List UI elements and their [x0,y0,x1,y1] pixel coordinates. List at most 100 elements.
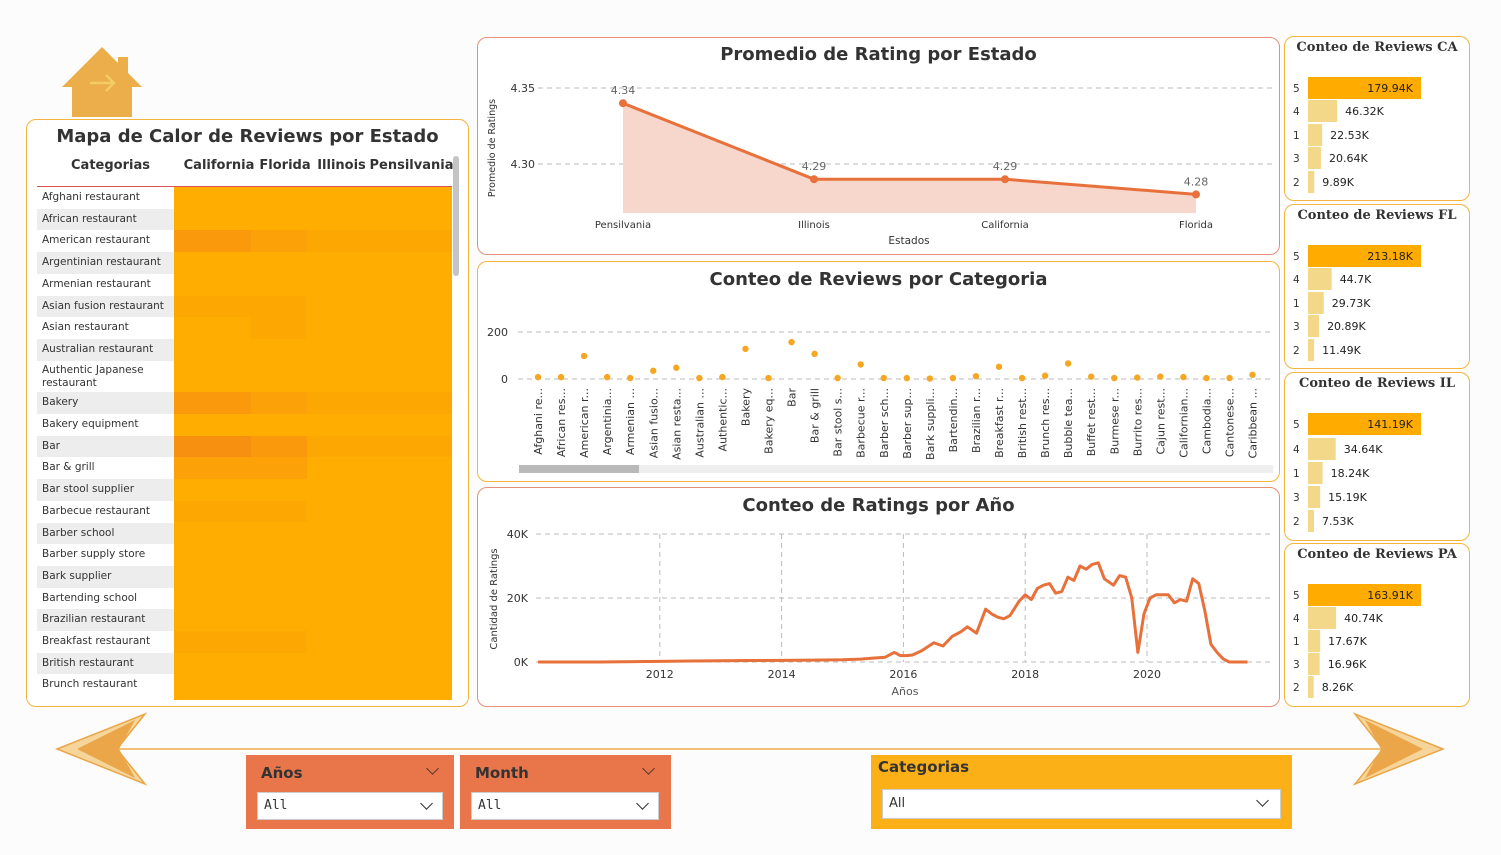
heatmap-col-categorias[interactable]: Categorias [71,158,181,173]
heatmap-cell[interactable] [362,653,452,675]
heatmap-cell[interactable] [251,435,307,458]
heatmap-cell[interactable] [251,457,307,480]
heatmap-cell[interactable] [251,523,307,545]
heatmap-cell[interactable] [174,295,251,318]
heatmap-cell[interactable] [174,674,251,696]
heatmap-row[interactable]: American restaurant [37,230,452,253]
heatmap-row[interactable]: Afghani restaurant [37,187,452,209]
heatmap-cell[interactable] [174,392,251,414]
heatmap-cell[interactable] [251,609,307,631]
heatmap-row[interactable]: Bar & grill [37,457,452,480]
heatmap-cell[interactable] [174,609,251,631]
heatmap-cell[interactable] [251,252,307,274]
heatmap-cell[interactable] [251,653,307,675]
heatmap-cell[interactable] [307,653,362,675]
heatmap-cell[interactable] [307,435,362,458]
heatmap-row[interactable]: Armenian restaurant [37,274,452,296]
chevron-down-icon[interactable] [642,762,655,775]
heatmap-cell[interactable] [362,544,452,566]
heatmap-row[interactable]: Bar stool supplier [37,479,452,501]
heatmap-cell[interactable] [307,414,362,436]
heatmap-cell[interactable] [307,457,362,479]
heatmap-cell[interactable] [362,209,452,231]
heatmap-cell[interactable] [251,392,307,414]
heatmap-cell[interactable] [174,457,251,480]
heatmap-cell[interactable] [251,479,307,501]
heatmap-cell[interactable] [362,566,452,588]
heatmap-cell[interactable] [307,361,362,393]
heatmap-cell[interactable] [251,588,307,610]
heatmap-cell[interactable] [174,274,251,296]
heatmap-cell[interactable] [362,317,452,339]
heatmap-cell[interactable] [251,274,307,296]
heatmap-cell[interactable] [307,230,362,253]
heatmap-cell[interactable] [362,252,452,274]
heatmap-row[interactable]: Barbecue restaurant [37,500,452,523]
heatmap-row[interactable]: African restaurant [37,208,452,231]
heatmap-cell[interactable] [307,187,362,209]
heatmap-row[interactable]: Breakfast restaurant [37,631,452,653]
heatmap-cell[interactable] [251,295,307,318]
heatmap-row[interactable]: Bakery [37,392,452,414]
heatmap-cell[interactable] [307,544,362,566]
heatmap-cell[interactable] [174,252,251,274]
heatmap-cell[interactable] [174,361,251,393]
heatmap-cell[interactable] [307,588,362,610]
heatmap-cell[interactable] [362,187,452,209]
heatmap-cell[interactable] [251,414,307,436]
heatmap-row[interactable]: Argentinian restaurant [37,252,452,274]
heatmap-cell[interactable] [362,609,452,631]
heatmap-col-california[interactable]: California [182,158,256,173]
anos-dropdown[interactable]: All [257,792,443,820]
categorias-slicer[interactable]: Categorias All [871,755,1292,829]
heatmap-cell[interactable] [362,414,452,436]
month-slicer[interactable]: Month All [460,755,671,829]
heatmap-col-florida[interactable]: Florida [256,158,314,173]
heatmap-cell[interactable] [251,674,307,696]
heatmap-cell[interactable] [307,674,362,696]
heatmap-row[interactable]: Asian restaurant [37,317,452,339]
heatmap-cell[interactable] [251,230,307,253]
heatmap-cell[interactable] [174,187,251,209]
heatmap-cell[interactable] [174,414,251,436]
heatmap-cell[interactable] [362,479,452,501]
heatmap-row[interactable]: Bark supplier [37,565,452,588]
heatmap-cell[interactable] [251,544,307,566]
heatmap-cell[interactable] [362,361,452,393]
heatmap-cell[interactable] [362,296,452,318]
heatmap-col-illinois[interactable]: Illinois [314,158,369,173]
heatmap-cell[interactable] [362,339,452,361]
heatmap-cell[interactable] [174,500,251,523]
heatmap-row[interactable]: Barber supply store [37,544,452,566]
heatmap-cell[interactable] [174,339,251,361]
heatmap-cell[interactable] [174,544,251,566]
heatmap-cell[interactable] [362,523,452,545]
heatmap-cell[interactable] [251,500,307,523]
heatmap-scrollbar[interactable] [453,156,459,276]
heatmap-cell[interactable] [307,296,362,318]
heatmap-cell[interactable] [307,631,362,653]
heatmap-row[interactable]: Bar [37,435,452,458]
category-scroll-thumb[interactable] [519,465,639,473]
heatmap-cell[interactable] [251,361,307,393]
heatmap-cell[interactable] [174,435,251,458]
heatmap-row[interactable]: Bakery equipment [37,414,452,436]
heatmap-cell[interactable] [251,317,307,339]
anos-slicer[interactable]: Años All [246,755,454,829]
heatmap-cell[interactable] [307,317,362,339]
heatmap-row[interactable]: Australian restaurant [37,338,452,361]
heatmap-cell[interactable] [362,457,452,479]
heatmap-cell[interactable] [174,479,251,501]
categorias-dropdown[interactable]: All [882,789,1281,819]
heatmap-cell[interactable] [307,609,362,631]
heatmap-cell[interactable] [362,274,452,296]
heatmap-cell[interactable] [307,252,362,274]
heatmap-cell[interactable] [251,187,307,209]
heatmap-cell[interactable] [174,209,251,231]
heatmap-cell[interactable] [251,209,307,231]
heatmap-cell[interactable] [362,392,452,414]
heatmap-row[interactable]: Bartending school [37,588,452,610]
heatmap-cell[interactable] [307,339,362,361]
heatmap-cell[interactable] [174,653,251,675]
heatmap-cell[interactable] [174,588,251,610]
